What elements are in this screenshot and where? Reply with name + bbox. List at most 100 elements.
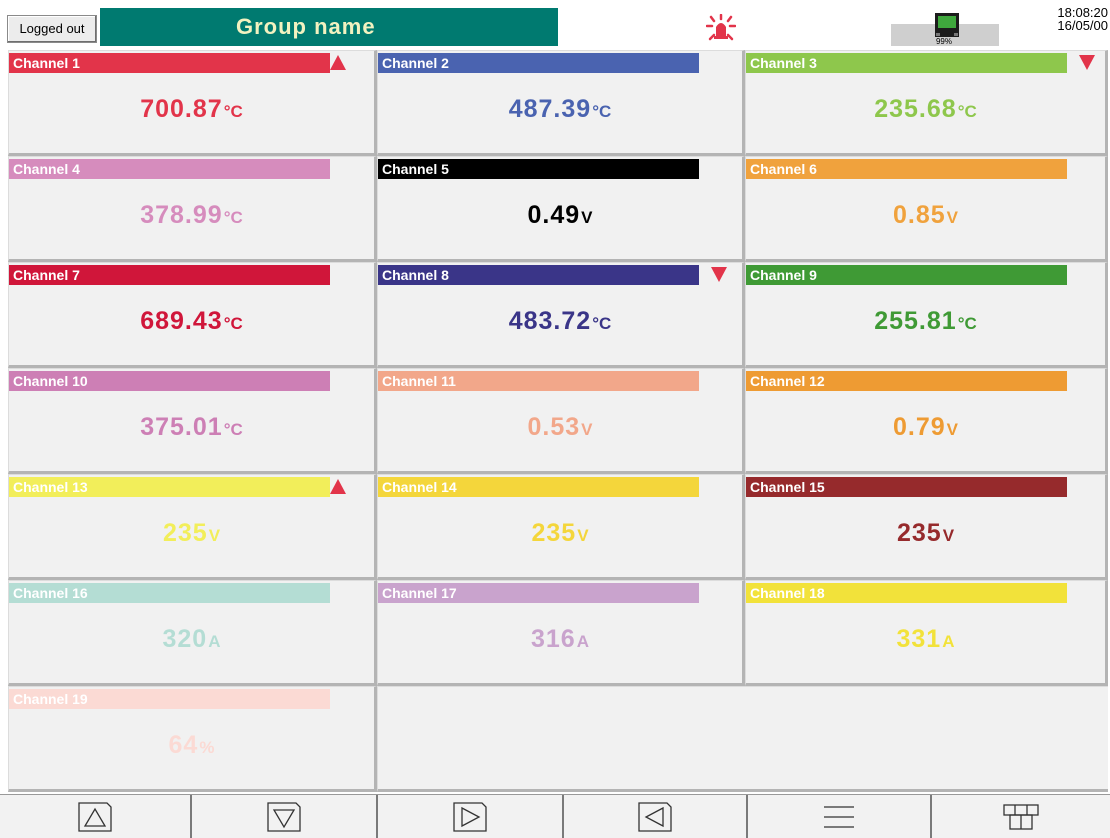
channel-value: 700.87	[140, 95, 223, 123]
channel-panel[interactable]: Channel 14 235V	[377, 474, 745, 580]
status-area	[558, 8, 940, 46]
channel-unit: °C	[223, 314, 243, 333]
scroll-up-button[interactable]	[0, 795, 190, 838]
channel-value: 0.85	[892, 201, 946, 229]
channel-value: 235	[896, 519, 942, 547]
channel-value: 64	[168, 731, 199, 759]
channel-unit: V	[946, 208, 958, 227]
channel-unit: A	[576, 632, 589, 651]
channel-panel[interactable]: Channel 9 255.81°C	[745, 262, 1108, 368]
channel-reading: 235V	[378, 513, 742, 553]
next-page-button[interactable]	[376, 795, 562, 838]
channel-reading: 487.39°C	[378, 89, 742, 129]
channel-unit: °C	[223, 420, 243, 439]
clock: 18:08:20 16/05/00	[1000, 6, 1108, 32]
channel-panel[interactable]: Channel 6 0.85V	[745, 156, 1108, 262]
channel-label: Channel 15	[746, 477, 1067, 497]
channel-value: 487.39	[508, 95, 592, 123]
group-title[interactable]: Group name	[100, 8, 558, 46]
channel-label: Channel 13	[9, 477, 330, 497]
channel-unit: %	[199, 738, 215, 757]
channel-label: Channel 5	[378, 159, 699, 179]
channel-panel[interactable]: Channel 13 235V	[8, 474, 377, 580]
channel-panel[interactable]: Channel 19 64%	[8, 686, 377, 792]
alarm-low-icon	[711, 267, 727, 282]
channel-reading: 700.87°C	[9, 89, 374, 129]
channel-label: Channel 3	[746, 53, 1067, 73]
channel-panel[interactable]: Channel 5 0.49V	[377, 156, 745, 262]
alarm-high-icon	[330, 479, 346, 494]
channel-panel[interactable]: Channel 4 378.99°C	[8, 156, 377, 262]
footer-nav	[0, 794, 1110, 838]
channel-unit: A	[208, 632, 221, 651]
channel-panel[interactable]: Channel 11 0.53V	[377, 368, 745, 474]
channel-label: Channel 8	[378, 265, 699, 285]
channel-unit: V	[942, 526, 955, 545]
channel-label: Channel 12	[746, 371, 1067, 391]
channel-unit: V	[208, 526, 221, 545]
login-button[interactable]: Logged out	[7, 15, 97, 43]
channel-unit: °C	[957, 314, 977, 333]
channel-value: 0.79	[892, 413, 946, 441]
channel-value: 235.68	[874, 95, 957, 123]
channel-reading: 483.72°C	[378, 301, 742, 341]
up-triangle-icon	[78, 802, 112, 832]
channel-reading: 378.99°C	[9, 195, 374, 235]
channel-panel[interactable]: Channel 16 320A	[8, 580, 377, 686]
channel-panel[interactable]: Channel 2 487.39°C	[377, 50, 745, 156]
channel-reading: 0.49V	[378, 195, 742, 235]
channel-value: 0.49	[527, 201, 581, 229]
channel-label: Channel 16	[9, 583, 330, 603]
channel-panel[interactable]: Channel 8 483.72°C	[377, 262, 745, 368]
right-triangle-icon	[453, 802, 487, 832]
channel-panel[interactable]: Channel 10 375.01°C	[8, 368, 377, 474]
alarm-bell-icon[interactable]	[706, 14, 736, 42]
prev-page-button[interactable]	[562, 795, 746, 838]
channel-value: 235	[531, 519, 577, 547]
channel-grid: Channel 1 700.87°C Channel 2 487.39°C Channe…	[8, 50, 1108, 792]
channel-panel[interactable]: Channel 12 0.79V	[745, 368, 1108, 474]
channel-panel[interactable]: Channel 17 316A	[377, 580, 745, 686]
channel-unit: °C	[223, 208, 243, 227]
channel-panel[interactable]: Channel 3 235.68°C	[745, 50, 1108, 156]
channel-reading: 689.43°C	[9, 301, 374, 341]
alarm-low-icon	[1079, 55, 1095, 70]
channel-reading: 375.01°C	[9, 407, 374, 447]
channel-reading: 316A	[378, 619, 742, 659]
memory-card-icon[interactable]	[932, 12, 962, 38]
channel-reading: 255.81°C	[746, 301, 1105, 341]
channel-unit: °C	[223, 102, 243, 121]
channel-panel[interactable]: Channel 15 235V	[745, 474, 1108, 580]
alarm-high-icon	[330, 55, 346, 70]
channel-value: 255.81	[874, 307, 957, 335]
channel-reading: 331A	[746, 619, 1105, 659]
layout-button[interactable]	[930, 795, 1110, 838]
channel-reading: 0.53V	[378, 407, 742, 447]
channel-label: Channel 9	[746, 265, 1067, 285]
menu-button[interactable]	[746, 795, 930, 838]
channel-label: Channel 17	[378, 583, 699, 603]
channel-panel[interactable]: Channel 1 700.87°C	[8, 50, 377, 156]
channel-label: Channel 19	[9, 689, 330, 709]
channel-reading: 320A	[9, 619, 374, 659]
channel-label: Channel 6	[746, 159, 1067, 179]
channel-value: 375.01	[140, 413, 223, 441]
channel-label: Channel 7	[9, 265, 330, 285]
channel-value: 320	[162, 625, 208, 653]
scroll-down-button[interactable]	[190, 795, 376, 838]
layout-grid-icon	[1003, 804, 1039, 830]
channel-unit: V	[581, 420, 593, 439]
channel-value: 235	[162, 519, 208, 547]
channel-value: 331	[896, 625, 942, 653]
channel-label: Channel 4	[9, 159, 330, 179]
channel-unit: V	[577, 526, 589, 545]
channel-reading: 235.68°C	[746, 89, 1105, 129]
left-triangle-icon	[638, 802, 672, 832]
channel-reading: 64%	[9, 725, 374, 765]
channel-panel[interactable]: Channel 7 689.43°C	[8, 262, 377, 368]
empty-panel	[377, 686, 1108, 792]
channel-value: 689.43	[140, 307, 223, 335]
channel-reading: 235V	[9, 513, 374, 553]
channel-panel[interactable]: Channel 18 331A	[745, 580, 1108, 686]
clock-date: 16/05/00	[1057, 18, 1108, 33]
